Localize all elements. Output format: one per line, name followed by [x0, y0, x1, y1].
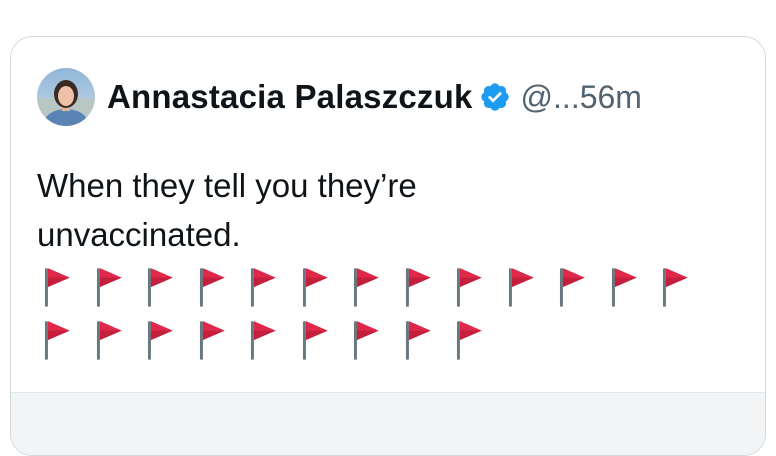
author-display-name[interactable]: Annastacia Palaszczuk — [107, 78, 473, 116]
triangular-flag-icon — [250, 268, 276, 307]
avatar[interactable] — [37, 68, 95, 126]
triangular-flag-icon — [662, 268, 688, 307]
tweet-footer-area — [11, 392, 765, 455]
triangular-flag-icon — [147, 321, 173, 360]
triangular-flag-icon — [559, 268, 585, 307]
tweet-card[interactable]: Annastacia Palaszczuk @...56m When they … — [10, 36, 766, 456]
author-handle-and-timestamp[interactable]: @...56m — [521, 79, 642, 116]
tweet-text: When they tell you they’re unvaccinated. — [37, 161, 737, 259]
triangular-flag-icon — [611, 268, 637, 307]
triangular-flag-icon — [353, 321, 379, 360]
triangular-flag-icon — [405, 321, 431, 360]
triangular-flag-icon — [44, 321, 70, 360]
triangular-flag-icon — [456, 321, 482, 360]
tweet-text-line-1: When they tell you they’re — [37, 167, 417, 204]
verified-badge-icon — [480, 83, 509, 111]
triangular-flag-icon — [302, 268, 328, 307]
triangular-flag-icon — [199, 268, 225, 307]
triangular-flag-icon — [353, 268, 379, 307]
triangular-flag-icon — [96, 321, 122, 360]
flag-emoji-row-1 — [41, 265, 711, 309]
tweet-header: Annastacia Palaszczuk @...56m — [37, 65, 642, 129]
triangular-flag-icon — [147, 268, 173, 307]
avatar-image — [37, 68, 95, 126]
triangular-flag-icon — [508, 268, 534, 307]
triangular-flag-icon — [44, 268, 70, 307]
triangular-flag-icon — [302, 321, 328, 360]
triangular-flag-icon — [250, 321, 276, 360]
triangular-flag-icon — [199, 321, 225, 360]
tweet-text-line-2: unvaccinated. — [37, 216, 241, 253]
triangular-flag-icon — [405, 268, 431, 307]
triangular-flag-icon — [96, 268, 122, 307]
triangular-flag-icon — [456, 268, 482, 307]
flag-emoji-row-2 — [41, 318, 505, 362]
